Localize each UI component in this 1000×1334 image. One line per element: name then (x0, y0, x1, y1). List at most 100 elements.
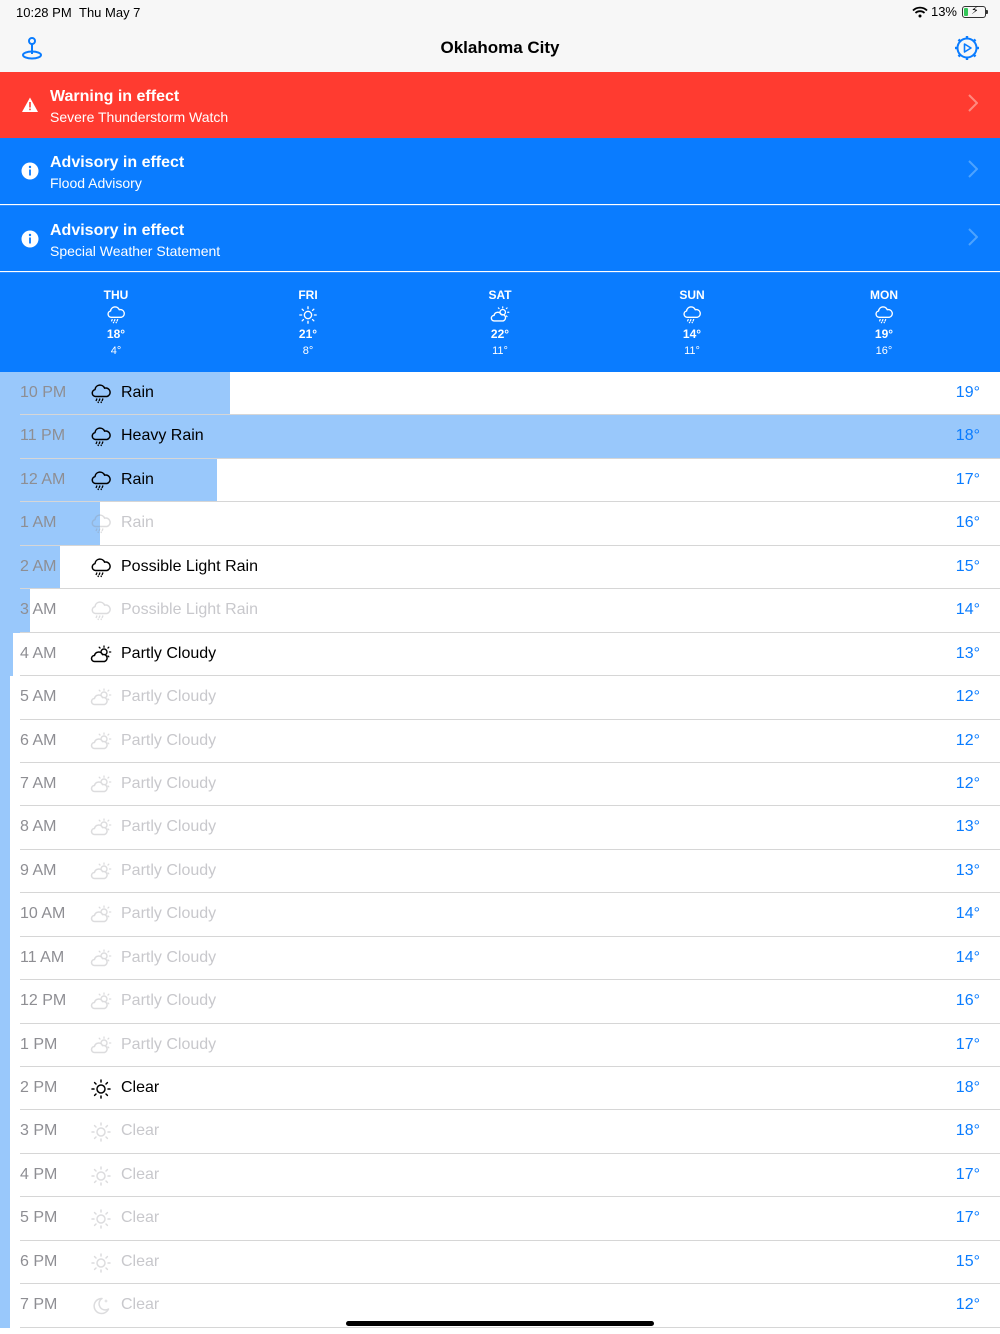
hour-condition: Clear (121, 1122, 160, 1140)
hour-row[interactable]: 2 PM Clear 18° (0, 1067, 1000, 1111)
hour-row[interactable]: 11 AM Partly Cloudy 14° (0, 936, 1000, 981)
battery-percent: 13% (930, 4, 957, 19)
hour-time: 3 AM (20, 601, 57, 619)
alert-warning[interactable]: Warning in effect Severe Thunderstorm Wa… (0, 72, 1000, 138)
alert-advisory-flood[interactable]: Advisory in effect Flood Advisory (0, 138, 1000, 204)
hour-row[interactable]: 1 AM Rain 16° (0, 502, 1000, 546)
day-name: SAT (488, 288, 512, 302)
gear-icon[interactable] (954, 35, 980, 61)
day-name: SUN (679, 288, 705, 302)
hour-row[interactable]: 3 AM Possible Light Rain 14° (0, 589, 1000, 633)
warning-icon (22, 97, 38, 112)
hour-row[interactable]: 9 AM Partly Cloudy 13° (0, 849, 1000, 894)
hour-condition: Partly Cloudy (121, 818, 217, 836)
hour-condition: Rain (121, 384, 154, 401)
day-low-temp: 11° (684, 345, 700, 357)
hour-row[interactable]: 6 AM Partly Cloudy 12° (0, 719, 1000, 763)
hour-row[interactable]: 10 PM Rain 19° (0, 372, 1000, 416)
hour-condition: Partly Cloudy (121, 861, 217, 879)
hour-row[interactable]: 3 PM Clear 18° (0, 1110, 1000, 1154)
hour-row[interactable]: 7 AM Partly Cloudy 12° (0, 762, 1000, 807)
hour-time: 7 PM (20, 1296, 58, 1314)
hour-condition: Possible Light Rain (121, 557, 258, 575)
hour-condition: Clear (121, 1165, 160, 1183)
hour-row[interactable]: 5 AM Partly Cloudy 12° (0, 676, 1000, 720)
day-high-temp: 18° (106, 327, 126, 341)
hour-row[interactable]: 1 PM Partly Cloudy 17° (0, 1023, 1000, 1067)
hour-row[interactable]: 5 PM Clear 17° (0, 1197, 1000, 1241)
day-high-temp: 21° (298, 327, 318, 341)
day-high-temp: 22° (490, 327, 510, 341)
hour-temp: 12° (955, 774, 980, 792)
hour-row[interactable]: 11 PM Heavy Rain 18° (0, 415, 1000, 459)
hour-condition: Clear (121, 1296, 160, 1314)
precipitation-bar (0, 849, 10, 894)
rain-icon (90, 557, 112, 579)
precipitation-bar (0, 1067, 10, 1111)
hour-temp: 15° (955, 557, 980, 575)
hour-time: 6 PM (20, 1252, 58, 1270)
hour-condition: Partly Cloudy (121, 774, 217, 792)
daily-forecast: THU 18° 4° FRI 21° 8° SAT 22° 11° SUN 14° 11° MON 19°… (0, 272, 1000, 372)
hour-condition: Partly Cloudy (121, 644, 217, 662)
partly-cloudy-icon (90, 861, 112, 883)
partly-cloudy-icon (90, 644, 112, 666)
hour-time: 12 AM (20, 470, 66, 488)
hour-row[interactable]: 4 AM Partly Cloudy 13° (0, 632, 1000, 677)
hour-condition: Partly Cloudy (121, 688, 217, 706)
hour-condition: Partly Cloudy (121, 992, 217, 1010)
hour-time: 6 AM (20, 731, 57, 749)
chevron-right-icon (968, 228, 978, 246)
sun-icon (90, 1078, 112, 1100)
day-low-temp: 11° (492, 345, 508, 357)
hour-temp: 13° (955, 644, 980, 662)
hour-time: 4 PM (20, 1165, 58, 1183)
hour-condition: Possible Light Rain (121, 601, 258, 619)
hour-time: 5 PM (20, 1209, 58, 1227)
chevron-right-icon (968, 160, 978, 178)
alert-title: Advisory in effect (50, 222, 185, 239)
hour-row[interactable]: 12 PM Partly Cloudy 16° (0, 980, 1000, 1024)
alert-subtitle: Flood Advisory (50, 175, 142, 191)
precipitation-bar (0, 806, 10, 850)
hour-row[interactable]: 6 PM Clear 15° (0, 1240, 1000, 1285)
hour-row[interactable]: 4 PM Clear 17° (0, 1153, 1000, 1198)
status-time: 10:28 PM (16, 5, 72, 20)
hour-row[interactable]: 2 AM Possible Light Rain 15° (0, 545, 1000, 590)
hour-condition: Partly Cloudy (121, 1035, 217, 1053)
partly-cloudy-icon (90, 687, 112, 709)
hour-time: 9 AM (20, 861, 57, 879)
day-low-temp: 8° (302, 345, 314, 357)
alert-title: Warning in effect (50, 88, 180, 105)
hour-condition: Heavy Rain (121, 427, 204, 445)
precipitation-bar (0, 1110, 10, 1154)
day-name: THU (103, 288, 129, 302)
day-name: FRI (298, 288, 318, 302)
hour-time: 3 PM (20, 1122, 58, 1140)
hour-row[interactable]: 8 AM Partly Cloudy 13° (0, 806, 1000, 850)
alert-advisory-special[interactable]: Advisory in effect Special Weather State… (0, 205, 1000, 271)
hour-temp: 18° (955, 427, 980, 445)
hour-time: 2 AM (20, 557, 57, 575)
hour-row[interactable]: 10 AM Partly Cloudy 14° (0, 893, 1000, 937)
hour-time: 10 AM (20, 905, 66, 923)
day-high-temp: 14° (682, 327, 702, 341)
hourly-list[interactable]: 10 PM Rain 19° 11 PM Heavy Rain 18° 12 AM Rain 1… (0, 372, 1000, 1328)
hour-condition: Clear (121, 1252, 160, 1270)
precipitation-bar (0, 1153, 10, 1198)
hour-temp: 14° (955, 948, 980, 966)
precipitation-bar (0, 719, 10, 763)
partly-cloudy-icon (90, 1035, 112, 1057)
nav-bar: Oklahoma City (0, 24, 1000, 72)
hour-condition: Rain (121, 470, 154, 488)
hour-temp: 12° (955, 688, 980, 706)
hour-temp: 14° (955, 905, 980, 923)
precipitation-bar (0, 1197, 10, 1241)
hour-row[interactable]: 12 AM Rain 17° (0, 458, 1000, 503)
info-icon (21, 230, 39, 248)
rain-icon (90, 513, 112, 535)
hour-condition: Clear (121, 1079, 160, 1096)
rain-icon (874, 305, 894, 325)
precipitation-bar (0, 676, 10, 720)
hour-condition: Clear (121, 1209, 160, 1227)
